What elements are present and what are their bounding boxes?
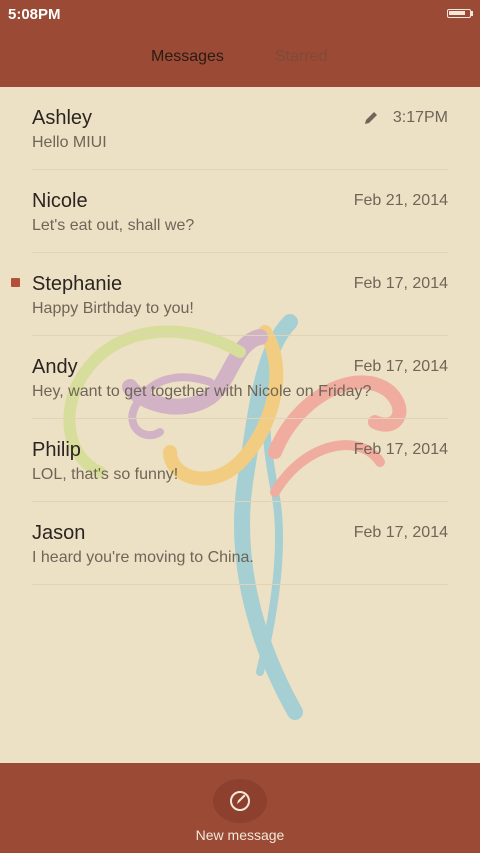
list-item[interactable]: Andy Hey, want to get together with Nico… bbox=[0, 336, 480, 419]
contact-name: Philip bbox=[32, 439, 81, 461]
conversation-list: Ashley Hello MIUI 3:17PM Nicole Let's ea… bbox=[0, 87, 480, 763]
compose-icon bbox=[230, 791, 250, 811]
message-preview: Hey, want to get together with Nicole on… bbox=[32, 383, 372, 400]
unread-indicator-icon bbox=[11, 278, 20, 287]
new-message-label: New message bbox=[195, 827, 285, 843]
contact-name: Nicole bbox=[32, 190, 88, 212]
list-item[interactable]: Philip LOL, that's so funny! Feb 17, 201… bbox=[0, 419, 480, 502]
divider bbox=[32, 584, 448, 585]
contact-name: Jason bbox=[32, 522, 86, 544]
list-item[interactable]: Nicole Let's eat out, shall we? Feb 21, … bbox=[0, 170, 480, 253]
message-preview: Happy Birthday to you! bbox=[32, 300, 194, 317]
tab-messages[interactable]: Messages bbox=[151, 48, 224, 66]
list-item[interactable]: Stephanie Happy Birthday to you! Feb 17,… bbox=[0, 253, 480, 336]
message-preview: Let's eat out, shall we? bbox=[32, 217, 195, 234]
pencil-draft-icon bbox=[365, 112, 377, 124]
message-date: Feb 21, 2014 bbox=[353, 192, 448, 209]
message-preview: Hello MIUI bbox=[32, 134, 107, 151]
list-item[interactable]: Jason I heard you're moving to China. Fe… bbox=[0, 502, 480, 585]
new-message-button[interactable] bbox=[213, 779, 267, 823]
contact-name: Stephanie bbox=[32, 273, 123, 295]
battery-tip bbox=[471, 11, 473, 16]
battery-icon bbox=[447, 9, 471, 18]
battery-level bbox=[449, 11, 465, 15]
contact-name: Andy bbox=[32, 356, 78, 378]
app-header: 5:08PM Messages Starred bbox=[0, 0, 480, 87]
message-date: Feb 17, 2014 bbox=[353, 275, 448, 292]
message-date: Feb 17, 2014 bbox=[353, 358, 448, 375]
message-date: Feb 17, 2014 bbox=[353, 524, 448, 541]
message-preview: LOL, that's so funny! bbox=[32, 466, 179, 483]
message-date: 3:17PM bbox=[392, 109, 448, 126]
bottom-bar: New message bbox=[0, 763, 480, 853]
list-item[interactable]: Ashley Hello MIUI 3:17PM bbox=[0, 87, 480, 170]
message-date: Feb 17, 2014 bbox=[353, 441, 448, 458]
tab-starred[interactable]: Starred bbox=[275, 48, 327, 66]
message-preview: I heard you're moving to China. bbox=[32, 549, 254, 566]
status-time: 5:08PM bbox=[8, 6, 61, 23]
contact-name: Ashley bbox=[32, 107, 93, 129]
